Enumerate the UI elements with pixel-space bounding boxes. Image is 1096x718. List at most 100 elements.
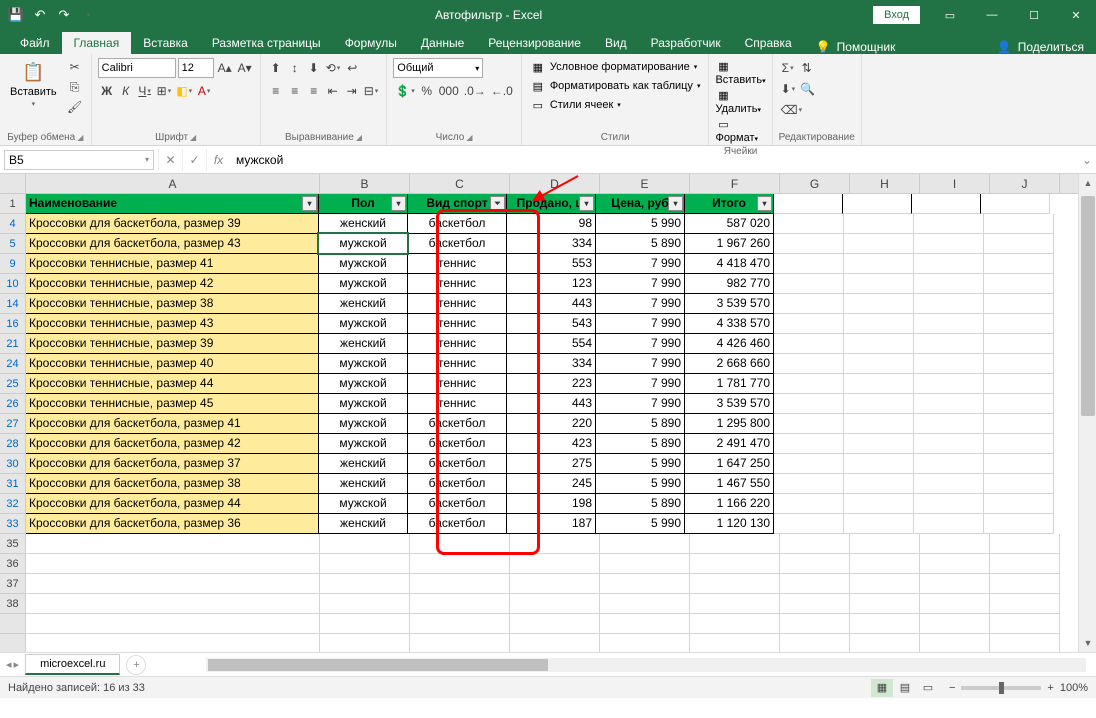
- cancel-formula-icon[interactable]: ✕: [158, 149, 182, 171]
- header-cell[interactable]: Вид спорт⏷: [407, 193, 507, 214]
- data-cell[interactable]: баскетбол: [407, 453, 507, 474]
- currency-icon[interactable]: 💲: [393, 81, 416, 101]
- data-cell[interactable]: 4 338 570: [684, 313, 774, 334]
- login-button[interactable]: Вход: [873, 6, 920, 24]
- data-cell[interactable]: мужской: [318, 393, 408, 414]
- data-cell[interactable]: 1 967 260: [684, 233, 774, 254]
- tab-page-layout[interactable]: Разметка страницы: [200, 32, 333, 54]
- cut-icon[interactable]: ✂: [65, 58, 85, 76]
- data-cell[interactable]: 334: [506, 353, 596, 374]
- header-cell[interactable]: Продано, ш▾: [506, 193, 596, 214]
- delete-cells-button[interactable]: ▦Удалить▾: [715, 87, 765, 115]
- row-header[interactable]: 32: [0, 494, 26, 514]
- data-cell[interactable]: Кроссовки теннисные, размер 43: [25, 313, 319, 334]
- column-header-C[interactable]: C: [410, 174, 510, 193]
- data-cell[interactable]: 443: [506, 393, 596, 414]
- decrease-indent-icon[interactable]: ⇤: [324, 81, 342, 101]
- data-cell[interactable]: 443: [506, 293, 596, 314]
- row-header[interactable]: 33: [0, 514, 26, 534]
- conditional-formatting-button[interactable]: ▦Условное форматирование▾: [528, 58, 703, 76]
- data-cell[interactable]: Кроссовки теннисные, размер 42: [25, 273, 319, 294]
- cell-styles-button[interactable]: ▭Стили ячеек▾: [528, 96, 703, 114]
- data-cell[interactable]: 1 781 770: [684, 373, 774, 394]
- data-cell[interactable]: 7 990: [595, 393, 685, 414]
- align-left-icon[interactable]: ≡: [267, 81, 285, 101]
- formula-input[interactable]: мужской: [230, 151, 1078, 169]
- data-cell[interactable]: баскетбол: [407, 513, 507, 534]
- percent-icon[interactable]: %: [418, 81, 436, 101]
- data-cell[interactable]: мужской: [318, 413, 408, 434]
- row-header[interactable]: 21: [0, 334, 26, 354]
- data-cell[interactable]: 1 120 130: [684, 513, 774, 534]
- sheet-nav-first-icon[interactable]: ◂: [6, 658, 12, 671]
- number-format-select[interactable]: Общий▾: [393, 58, 483, 78]
- align-right-icon[interactable]: ≡: [305, 81, 323, 101]
- insert-cells-button[interactable]: ▦Вставить▾: [715, 58, 765, 86]
- font-name-select[interactable]: [98, 58, 176, 78]
- data-cell[interactable]: 3 539 570: [684, 293, 774, 314]
- data-cell[interactable]: теннис: [407, 393, 507, 414]
- data-cell[interactable]: Кроссовки теннисные, размер 45: [25, 393, 319, 414]
- orientation-icon[interactable]: ⟲: [324, 58, 343, 78]
- tellme-label[interactable]: Помощник: [837, 40, 896, 54]
- normal-view-icon[interactable]: ▦: [871, 679, 893, 697]
- decrease-decimal-icon[interactable]: ←.0: [489, 81, 515, 101]
- format-painter-icon[interactable]: 🖌: [65, 98, 85, 116]
- column-header-E[interactable]: E: [600, 174, 690, 193]
- header-cell[interactable]: Наименование▾: [25, 193, 319, 214]
- row-header[interactable]: 37: [0, 574, 26, 594]
- redo-icon[interactable]: ↷: [54, 5, 74, 25]
- minimize-icon[interactable]: ―: [972, 0, 1012, 30]
- zoom-in-icon[interactable]: +: [1047, 682, 1053, 694]
- page-layout-view-icon[interactable]: ▤: [894, 679, 916, 697]
- tab-review[interactable]: Рецензирование: [476, 32, 593, 54]
- data-cell[interactable]: 5 890: [595, 413, 685, 434]
- close-icon[interactable]: ✕: [1056, 0, 1096, 30]
- data-cell[interactable]: Кроссовки для баскетбола, размер 42: [25, 433, 319, 454]
- row-header[interactable]: 27: [0, 414, 26, 434]
- data-cell[interactable]: 245: [506, 473, 596, 494]
- filter-button-icon[interactable]: ⏷: [490, 196, 505, 211]
- page-break-view-icon[interactable]: ▭: [917, 679, 939, 697]
- row-header[interactable]: 16: [0, 314, 26, 334]
- data-cell[interactable]: 198: [506, 493, 596, 514]
- data-cell[interactable]: Кроссовки теннисные, размер 40: [25, 353, 319, 374]
- name-box[interactable]: B5▾: [4, 150, 154, 170]
- data-cell[interactable]: 275: [506, 453, 596, 474]
- data-cell[interactable]: баскетбол: [407, 433, 507, 454]
- data-cell[interactable]: 123: [506, 273, 596, 294]
- data-cell[interactable]: 5 890: [595, 433, 685, 454]
- comma-icon[interactable]: 000: [437, 81, 461, 101]
- sheet-tab[interactable]: microexcel.ru: [25, 654, 120, 675]
- row-header[interactable]: 10: [0, 274, 26, 294]
- data-cell[interactable]: Кроссовки теннисные, размер 39: [25, 333, 319, 354]
- tab-view[interactable]: Вид: [593, 32, 639, 54]
- autosum-icon[interactable]: Σ: [779, 58, 797, 78]
- data-cell[interactable]: 5 990: [595, 213, 685, 234]
- increase-indent-icon[interactable]: ⇥: [343, 81, 361, 101]
- data-cell[interactable]: 7 990: [595, 253, 685, 274]
- row-header[interactable]: 31: [0, 474, 26, 494]
- filter-button-icon[interactable]: ▾: [668, 196, 683, 211]
- data-cell[interactable]: 587 020: [684, 213, 774, 234]
- data-cell[interactable]: Кроссовки теннисные, размер 41: [25, 253, 319, 274]
- row-header[interactable]: 24: [0, 354, 26, 374]
- qat-customize-icon[interactable]: [78, 5, 98, 25]
- hscroll-thumb[interactable]: [208, 659, 548, 671]
- row-header[interactable]: 25: [0, 374, 26, 394]
- tab-developer[interactable]: Разработчик: [639, 32, 733, 54]
- data-cell[interactable]: мужской: [318, 353, 408, 374]
- filter-button-icon[interactable]: ▾: [757, 196, 772, 211]
- paste-button[interactable]: 📋 Вставить ▾: [6, 58, 61, 110]
- tab-data[interactable]: Данные: [409, 32, 476, 54]
- wrap-text-icon[interactable]: ↩: [343, 58, 361, 78]
- fill-icon[interactable]: ⬇: [779, 79, 798, 99]
- data-cell[interactable]: 5 990: [595, 473, 685, 494]
- share-button[interactable]: Поделиться: [1018, 40, 1084, 54]
- data-cell[interactable]: мужской: [318, 253, 408, 274]
- data-cell[interactable]: женский: [318, 453, 408, 474]
- row-header[interactable]: 1: [0, 194, 26, 214]
- row-header[interactable]: 26: [0, 394, 26, 414]
- tab-home[interactable]: Главная: [62, 32, 132, 54]
- tab-file[interactable]: Файл: [8, 32, 62, 54]
